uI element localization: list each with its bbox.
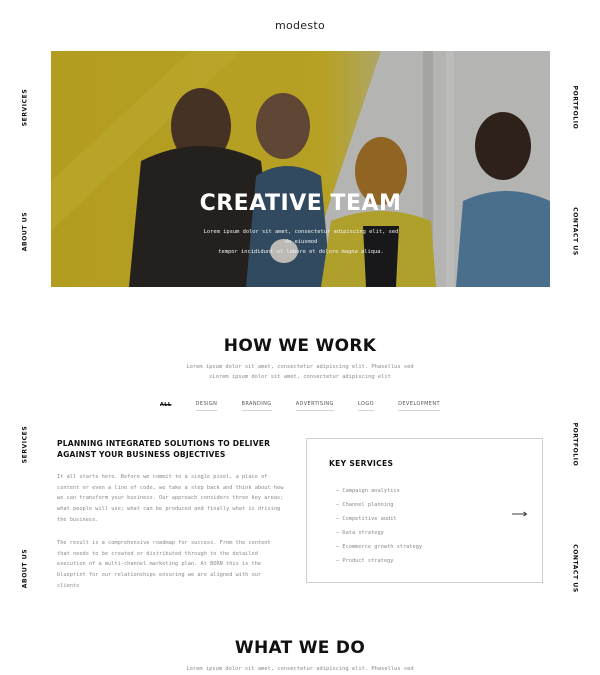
planning-heading: PLANNING INTEGRATED SOLUTIONS TO DELIVER… <box>57 439 271 459</box>
paragraph-line: It all starts here. Before we commit to … <box>57 474 268 480</box>
paragraph-line: The result is a comprehensive roadmap fo… <box>57 540 271 546</box>
paragraph-line: content or even a line of code, we take … <box>57 484 284 491</box>
side-nav-about-lower[interactable]: ABOUT US <box>22 542 29 596</box>
side-nav-portfolio[interactable]: PORTFOLIO <box>572 81 579 135</box>
service-item: — Data strategy <box>336 530 384 536</box>
side-nav-services[interactable]: SERVICES <box>22 81 29 135</box>
filter-all[interactable]: ALL <box>160 402 171 411</box>
service-item: — Product strategy <box>336 558 394 564</box>
filter-logo[interactable]: LOGO <box>357 401 374 411</box>
arrow-right-icon[interactable] <box>512 511 528 517</box>
key-services-title: KEY SERVICES <box>329 459 394 468</box>
hero-title: CREATIVE TEAM <box>199 191 402 216</box>
paragraph-line: blueprint for our relationships ensuring… <box>57 572 262 579</box>
how-we-work-subtitle: Lorem ipsum dolor sit amet, consectetur … <box>180 362 420 382</box>
what-we-do-title: WHAT WE DO <box>234 638 366 658</box>
how-we-work-subtitle-line: Lorem ipsum dolor sit amet, consectetur … <box>186 364 414 370</box>
what-we-do-subtitle: Lorem ipsum dolor sit amet, consectetur … <box>180 664 420 674</box>
service-item: — Competitive audit <box>336 516 397 522</box>
paragraph-line: execution of a multi-channel marketing p… <box>57 561 262 568</box>
hero-banner: CREATIVE TEAM Lorem ipsum dolor sit amet… <box>51 51 550 287</box>
what-we-do-subtitle-line: Lorem ipsum dolor sit amet, consectetur … <box>186 666 414 672</box>
key-services-list: — Campaign analytics — Channel planning … <box>336 484 422 568</box>
planning-paragraph-1: It all starts here. Before we commit to … <box>57 472 299 526</box>
service-item: — Ecommerce growth strategy <box>336 544 423 550</box>
paragraph-line: that needs to be created or distributed … <box>57 550 258 557</box>
side-nav-services-lower[interactable]: SERVICES <box>22 418 29 472</box>
side-nav-contact[interactable]: CONTACT US <box>572 205 579 259</box>
paragraph-line: the business. <box>57 516 99 523</box>
planning-paragraph-2: The result is a comprehensive roadmap fo… <box>57 538 299 592</box>
hero-subtitle: Lorem ipsum dolor sit amet, consectetur … <box>201 227 401 257</box>
filter-advertising[interactable]: ADVERTISING <box>295 401 334 411</box>
service-item: — Campaign analytics <box>336 488 400 494</box>
service-item: — Channel planning <box>336 502 394 508</box>
side-nav-about[interactable]: ABOUT US <box>22 205 29 259</box>
filter-design[interactable]: DESIGN <box>195 401 218 411</box>
paragraph-line: we can transform your business. Our appr… <box>57 495 284 502</box>
filter-branding[interactable]: BRANDING <box>241 401 272 411</box>
key-services-card: KEY SERVICES — Campaign analytics — Chan… <box>306 438 543 583</box>
side-nav-contact-lower[interactable]: CONTACT US <box>572 542 579 596</box>
side-nav-portfolio-lower[interactable]: PORTFOLIO <box>572 418 579 472</box>
filter-bar: ALL DESIGN BRANDING ADVERTISING LOGO DEV… <box>160 401 440 411</box>
hero-subtitle-line: Lorem ipsum dolor sit amet, consectetur … <box>203 229 399 245</box>
how-we-work-title: HOW WE WORK <box>223 336 377 356</box>
hero-subtitle-line: tempor incididunt ut labore et dolore ma… <box>218 249 384 255</box>
site-logo[interactable]: modesto <box>0 19 600 32</box>
paragraph-line: what people will use; what can be produc… <box>57 506 281 513</box>
how-we-work-subtitle-line: xLorem ipsum dolor sit amet, consectetur… <box>209 374 391 380</box>
paragraph-line: clients <box>57 582 80 589</box>
filter-development[interactable]: DEVELOPMENT <box>398 401 440 411</box>
